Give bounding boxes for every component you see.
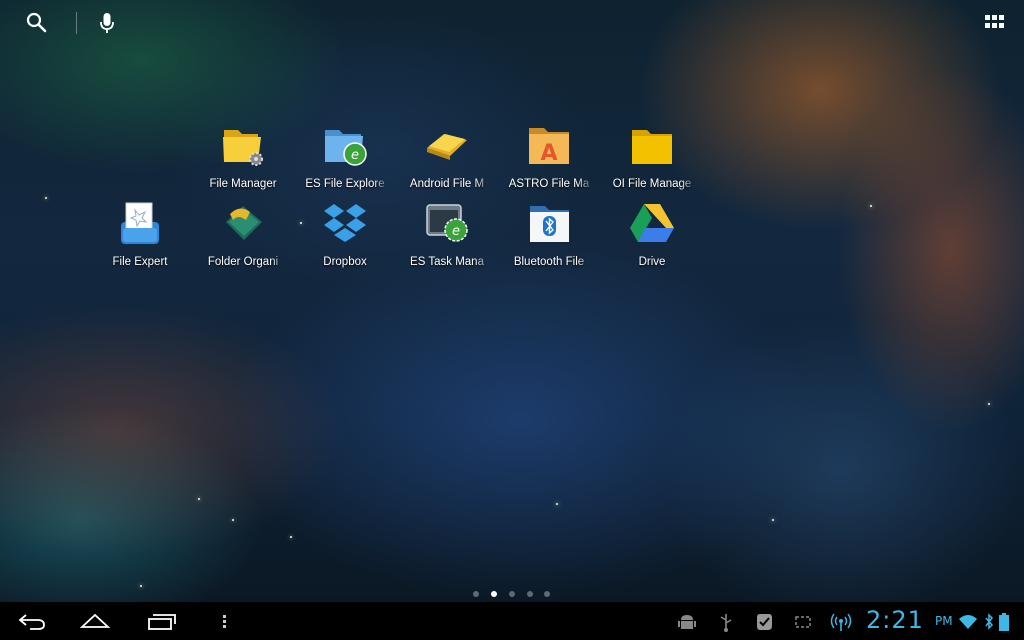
svg-text:e: e (351, 148, 359, 163)
hotspot-icon[interactable] (830, 612, 852, 632)
top-bar-divider (76, 12, 77, 34)
back-button[interactable] (16, 609, 48, 633)
app-astro-file-manager[interactable]: A ASTRO File Ma (503, 122, 595, 200)
app-label: ASTRO File Ma (508, 178, 590, 190)
page-indicator (473, 591, 553, 599)
system-navigation-bar: 2:21 PM (0, 602, 1024, 640)
app-android-file-manager[interactable]: Android File M (401, 122, 493, 200)
app-label: Folder Organi (207, 256, 279, 268)
page-dot[interactable] (527, 591, 533, 597)
status-ampm: PM (935, 614, 953, 628)
wifi-icon[interactable] (958, 612, 978, 632)
app-label: ES File Explore (305, 178, 385, 190)
svg-text:e: e (452, 224, 460, 239)
folder-gear-icon (223, 130, 263, 166)
es-folder-icon: e (325, 130, 367, 166)
app-label: File Manager (209, 178, 277, 190)
check-icon[interactable] (754, 612, 774, 632)
app-folder-organizer[interactable]: Folder Organi (197, 200, 289, 278)
page-dot[interactable] (473, 591, 479, 597)
usb-icon[interactable] (718, 612, 734, 632)
app-oi-file-manager[interactable]: OI File Manage (606, 122, 698, 200)
app-label: OI File Manage (612, 178, 692, 190)
astro-folder-icon: A (529, 128, 569, 166)
app-label: Dropbox (323, 256, 367, 268)
recents-button[interactable] (144, 609, 178, 633)
app-file-expert[interactable]: File Expert (94, 200, 186, 278)
android-debug-icon[interactable] (678, 612, 696, 632)
bluetooth-icon[interactable] (984, 612, 994, 632)
app-label: ES Task Mana (410, 256, 484, 268)
android-folder-icon (427, 134, 467, 160)
svg-text:A: A (540, 141, 557, 166)
yellow-folder-icon (632, 130, 672, 164)
overflow-menu-icon (223, 615, 226, 628)
voice-search-button[interactable] (94, 10, 120, 36)
home-icon (79, 613, 111, 628)
es-task-icon: e (426, 204, 468, 242)
app-es-file-explorer[interactable]: e ES File Explore (299, 122, 391, 200)
search-button[interactable] (24, 10, 50, 36)
app-es-task-manager[interactable]: e ES Task Mana (401, 200, 493, 278)
screen-icon[interactable] (794, 612, 812, 632)
app-label: Android File M (409, 178, 485, 190)
page-dot[interactable] (544, 591, 550, 597)
app-file-manager[interactable]: File Manager (197, 122, 289, 200)
app-dropbox[interactable]: Dropbox (299, 200, 391, 278)
back-icon (18, 614, 45, 630)
status-clock[interactable]: 2:21 (866, 604, 924, 636)
search-icon (26, 12, 47, 33)
app-bluetooth-file-transfer[interactable]: Bluetooth File (503, 200, 595, 278)
file-expert-icon (121, 202, 159, 244)
home-button[interactable] (78, 609, 112, 633)
folder-organizer-icon (226, 206, 262, 240)
page-dot-current[interactable] (491, 591, 497, 597)
wallpaper (0, 0, 1024, 602)
app-label: Drive (638, 256, 666, 268)
app-label: File Expert (112, 256, 168, 268)
battery-icon[interactable] (998, 612, 1010, 632)
overflow-menu-button[interactable] (218, 609, 230, 633)
dropbox-icon (324, 204, 366, 242)
page-dot[interactable] (509, 591, 515, 597)
mic-icon (100, 13, 114, 33)
recents-icon (148, 614, 176, 630)
bluetooth-folder-icon (530, 206, 569, 242)
all-apps-button[interactable] (982, 12, 1008, 34)
app-label: Bluetooth File (513, 256, 585, 268)
drive-icon (630, 204, 674, 242)
app-drive[interactable]: Drive (606, 200, 698, 278)
